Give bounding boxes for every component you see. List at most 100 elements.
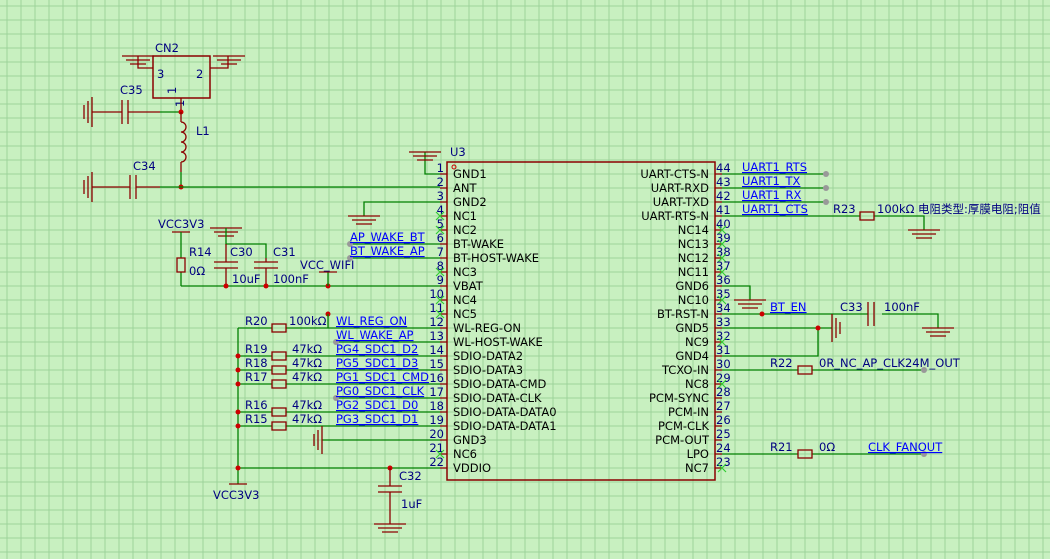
junction <box>223 283 229 289</box>
wire-bt-en <box>722 313 939 328</box>
u3-pin-name: SDIO-DATA-CLK <box>453 391 542 405</box>
net-pg5: PG5_SDC1_D3 <box>336 356 418 370</box>
u3-pin-name: VDDIO <box>453 461 491 475</box>
u3-pin-name: NC11 <box>678 265 709 279</box>
u3-pin-name: SDIO-DATA3 <box>453 363 523 377</box>
c33-value: 100nF <box>884 300 920 314</box>
net-port <box>823 199 829 205</box>
u3-pin-name: NC2 <box>453 223 477 237</box>
r15-designator: R15 <box>245 412 268 426</box>
net-uart1-rx: UART1_RX <box>742 188 802 202</box>
u3-pin-name: SDIO-DATA-DATA1 <box>453 419 557 433</box>
cn2-pin1b-label: 1 <box>173 100 187 107</box>
l1-symbol <box>180 112 187 172</box>
u3-pin-name: UART-CTS-N <box>640 167 709 181</box>
junction <box>235 353 241 359</box>
u3-pin-name: NC6 <box>453 447 477 461</box>
r22-designator: R22 <box>770 356 793 370</box>
u3-pin-name: TCXO-IN <box>661 363 709 377</box>
c32-value: 1uF <box>401 497 422 511</box>
u3-pin-name: GND5 <box>675 321 709 335</box>
l1-designator: L1 <box>196 124 210 138</box>
u3-pin-number: 36 <box>716 273 731 287</box>
u3-pin-name: ANT <box>453 181 477 195</box>
u3-pins: 1 GND12 ANT3 GND24 NC15 NC26 BT-WAKE7 BT-HOST-W… <box>429 161 730 475</box>
u3-pin-name: BT-WAKE <box>453 237 504 251</box>
net-port <box>823 185 829 191</box>
net-pg0: PG0_SDC1_CLK <box>336 384 425 398</box>
r14-designator: R14 <box>189 245 212 259</box>
u3-pin-number: 18 <box>429 399 444 413</box>
u3-pin-name: NC7 <box>685 461 709 475</box>
bt-rst-network: BT_EN C33 100nF <box>722 285 954 357</box>
net-wl-wake-ap: WL_WAKE_AP <box>336 328 414 342</box>
u3-pin-name: PCM-SYNC <box>649 391 709 405</box>
r19-designator: R19 <box>245 342 268 356</box>
vcc-wifi-label: VCC_WIFI <box>300 258 354 272</box>
u3-pin-number: 28 <box>716 385 731 399</box>
u3-pin-name: GND6 <box>675 279 709 293</box>
cn2-pin1-label: 1 <box>165 87 179 94</box>
u3-pin-number: 31 <box>716 343 731 357</box>
u3-pin-number: 17 <box>429 385 444 399</box>
u3-pin-number: 7 <box>437 245 444 259</box>
net-bt-en: BT_EN <box>770 300 807 314</box>
junction <box>235 367 241 373</box>
u3-pin-number: 26 <box>716 413 731 427</box>
u3-pin-name: BT-RST-N <box>657 307 709 321</box>
net-pg2: PG2_SDC1_D0 <box>336 398 418 412</box>
wire-gnd2 <box>363 201 440 216</box>
u3-pin-name: PCM-IN <box>668 405 709 419</box>
net-port <box>823 171 829 177</box>
u3-pin-name: PCM-OUT <box>655 433 710 447</box>
junction <box>235 465 241 471</box>
c34-designator: C34 <box>133 159 156 173</box>
net-uart1-tx: UART1_TX <box>742 174 801 188</box>
r18-value: 47kΩ <box>292 356 322 370</box>
u3-pin-name: SDIO-DATA-DATA0 <box>453 405 557 419</box>
u3-pin-name: NC14 <box>678 223 709 237</box>
u3-pin-number: 24 <box>716 441 731 455</box>
junction <box>235 409 241 415</box>
u3-pin-number: 41 <box>716 203 731 217</box>
r20-designator: R20 <box>245 314 268 328</box>
u3-pin-name: UART-RXD <box>651 181 709 195</box>
u3-pin-number: 25 <box>716 427 731 441</box>
r21-designator: R21 <box>770 440 793 454</box>
u3-pin-name: NC12 <box>678 251 709 265</box>
u3-pin-number: 16 <box>429 371 444 385</box>
u3-pin-number: 6 <box>437 231 444 245</box>
vcc3v3-top-label: VCC3V3 <box>158 217 204 231</box>
net-pg3: PG3_SDC1_D1 <box>336 412 418 426</box>
gnd-symbol-c32 <box>374 523 406 533</box>
u3-pin-number: 12 <box>429 315 444 329</box>
r17-designator: R17 <box>245 370 268 384</box>
u3-pin-number: 33 <box>716 315 731 329</box>
u3-pin-number: 43 <box>716 175 731 189</box>
u3-pin-number: 27 <box>716 399 731 413</box>
r23-value: 100kΩ 电阻类型:厚膜电阻;阻值 <box>877 202 1041 216</box>
u3-pin-number: 22 <box>429 455 444 469</box>
schematic-canvas: U3 1 GND12 ANT3 GND24 NC15 NC26 BT-WAKE7 BT-HOS… <box>0 0 1050 559</box>
u3-pin-number: 15 <box>429 357 444 371</box>
u3-pin-number: 19 <box>429 413 444 427</box>
r19-value: 47kΩ <box>292 342 322 356</box>
junction <box>815 325 821 331</box>
u3-pin-name: UART-TXD <box>653 195 709 209</box>
gnd-symbol-pin36 <box>734 299 766 309</box>
junction <box>235 381 241 387</box>
cn2-pin2-label: 2 <box>196 67 203 81</box>
c33-designator: C33 <box>840 300 863 314</box>
u3-pin-name: SDIO-DATA-CMD <box>453 377 547 391</box>
net-clk-fanout: CLK_FANOUT <box>868 440 943 454</box>
u3-pin-name: BT-HOST-WAKE <box>453 251 539 265</box>
u3-pin-name: UART-RTS-N <box>641 209 709 223</box>
r15-value: 47kΩ <box>292 412 322 426</box>
r16-designator: R16 <box>245 398 268 412</box>
c32-designator: C32 <box>399 469 422 483</box>
r23-designator: R23 <box>833 202 856 216</box>
u3-pin-name: NC13 <box>678 237 709 251</box>
u3-pin-name: VBAT <box>453 279 484 293</box>
net-wl-reg-on: WL_REG_ON <box>336 314 407 328</box>
net-pg1: PG1_SDC1_CMD <box>336 370 429 384</box>
